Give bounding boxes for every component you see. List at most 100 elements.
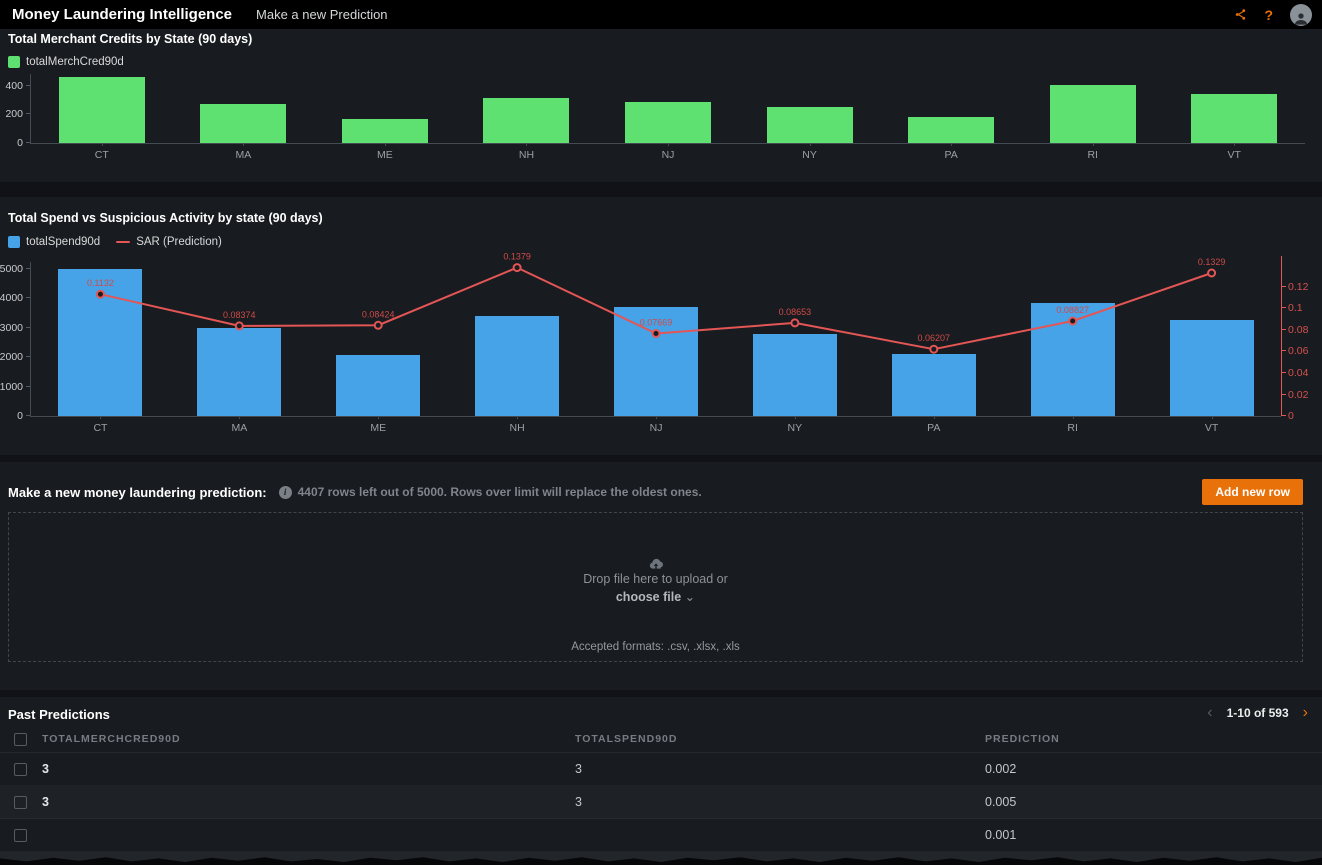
x-tick-mark	[1093, 143, 1094, 146]
x-axis-label: VT	[1163, 149, 1305, 161]
y-tick-mark	[26, 113, 30, 114]
x-tick-mark	[517, 416, 518, 419]
merch-chart-plot: CTMAMENHNJNYPARIVT0200400	[30, 74, 1305, 144]
table-body: 3 3 0.002 3 3 0.005 0.001	[0, 753, 1322, 852]
prediction-header: Make a new money laundering prediction: …	[8, 479, 702, 505]
y-tick-label-left: 3000	[0, 322, 23, 334]
y-tick-mark	[26, 415, 30, 416]
y-tick-mark	[26, 386, 30, 387]
y-tick-label-right: 0.06	[1288, 345, 1308, 357]
cell-totalspend90d: 3	[575, 786, 582, 819]
sar-point-nj	[653, 330, 660, 337]
sar-value-label: 0.1132	[87, 278, 114, 288]
panel-spend-vs-sar: Total Spend vs Suspicious Activity by st…	[0, 197, 1322, 455]
red-line-swatch-icon	[116, 241, 130, 243]
legend-item-totalspend90d[interactable]: totalSpend90d	[8, 236, 100, 248]
sar-value-label: 0.1329	[1198, 257, 1226, 267]
add-new-row-button[interactable]: Add new row	[1202, 479, 1303, 505]
cell-totalmerchcred90d: 3	[42, 786, 49, 819]
file-dropzone[interactable]: Drop file here to upload or choose file …	[8, 512, 1303, 662]
merch-bar-ny	[767, 107, 853, 143]
cell-totalspend90d: 3	[575, 753, 582, 786]
x-axis-label: MA	[170, 422, 309, 434]
y-tick-mark	[26, 327, 30, 328]
y-tick-label-right: 0.12	[1288, 281, 1308, 293]
legend-item-totalmerchcred90d[interactable]: totalMerchCred90d	[8, 56, 124, 68]
x-tick-mark	[243, 143, 244, 146]
x-axis-label: PA	[880, 149, 1022, 161]
sar-value-label: 0.08374	[223, 310, 256, 320]
merch-chart-title: Total Merchant Credits by State (90 days…	[8, 32, 252, 46]
y-tick-label-right: 0.1	[1288, 302, 1303, 314]
y-tick-label-left: 400	[5, 80, 23, 92]
chevron-left-icon[interactable]: ‹	[1207, 705, 1212, 721]
choose-file-label: choose file	[616, 590, 681, 604]
topbar-actions: ?	[1234, 4, 1312, 26]
pagination: ‹ 1-10 of 593 ›	[1207, 705, 1308, 721]
y-tick-label-right: 0.02	[1288, 389, 1308, 401]
sar-point-ny	[791, 319, 798, 326]
legend-item-sar-prediction[interactable]: SAR (Prediction)	[116, 236, 222, 248]
nav-make-prediction[interactable]: Make a new Prediction	[256, 7, 388, 22]
sar-value-label: 0.07669	[640, 318, 673, 328]
row-checkbox[interactable]	[14, 796, 27, 809]
x-axis-label: RI	[1003, 422, 1142, 434]
spend-chart-plot: CTMAMENHNJNYPARIVT0100020003000400050000…	[30, 262, 1281, 417]
panel-past-predictions: Past Predictions ‹ 1-10 of 593 › TOTALME…	[0, 697, 1322, 865]
x-tick-mark	[810, 143, 811, 146]
accepted-formats-text: Accepted formats: .csv, .xlsx, .xls	[9, 641, 1302, 653]
table-row: 0.001	[0, 819, 1322, 852]
x-axis-label: NJ	[597, 149, 739, 161]
y-tick-label-right: 0.08	[1288, 324, 1308, 336]
select-all-checkbox[interactable]	[14, 733, 27, 746]
sar-point-vt	[1208, 270, 1215, 277]
sar-point-ri	[1069, 318, 1076, 325]
y-tick-mark	[1282, 286, 1286, 287]
x-axis-label: ME	[309, 422, 448, 434]
x-tick-mark	[1073, 416, 1074, 419]
info-icon: i	[279, 486, 292, 499]
y-tick-label-right: 0.04	[1288, 367, 1308, 379]
sar-value-label: 0.1379	[503, 252, 531, 262]
y-tick-mark	[26, 297, 30, 298]
sar-value-label: 0.08827	[1056, 305, 1089, 315]
y-tick-mark	[1282, 350, 1286, 351]
choose-file-link[interactable]: choose file ⌄	[616, 589, 695, 604]
x-tick-mark	[378, 416, 379, 419]
merch-bar-pa	[908, 117, 994, 143]
column-header-totalmerchcred90d[interactable]: TOTALMERCHCRED90D	[42, 725, 181, 753]
y-tick-label-left: 1000	[0, 381, 23, 393]
app-title: Money Laundering Intelligence	[12, 6, 232, 23]
x-tick-mark	[934, 416, 935, 419]
merch-bar-nj	[625, 102, 711, 143]
cell-prediction: 0.005	[985, 786, 1016, 819]
column-header-totalspend90d[interactable]: TOTALSPEND90D	[575, 725, 677, 753]
sar-value-label: 0.08424	[362, 309, 395, 319]
chevron-right-icon[interactable]: ›	[1303, 705, 1308, 721]
merch-bar-me	[342, 119, 428, 143]
row-checkbox[interactable]	[14, 829, 27, 842]
chevron-down-icon: ⌄	[685, 590, 695, 604]
y-tick-mark	[1282, 415, 1286, 416]
y-tick-label-left: 200	[5, 108, 23, 120]
spend-chart-legend: totalSpend90d SAR (Prediction)	[8, 236, 222, 248]
x-tick-mark	[656, 416, 657, 419]
column-header-prediction[interactable]: PREDICTION	[985, 725, 1060, 753]
right-axis-line	[1281, 256, 1282, 416]
y-tick-label-left: 4000	[0, 292, 23, 304]
dropzone-content: Drop file here to upload or choose file …	[9, 557, 1302, 604]
x-tick-mark	[951, 143, 952, 146]
row-checkbox[interactable]	[14, 763, 27, 776]
x-axis-label: CT	[31, 422, 170, 434]
legend-label: totalMerchCred90d	[26, 56, 124, 68]
past-predictions-title: Past Predictions	[8, 707, 110, 722]
rows-limit-info: i 4407 rows left out of 5000. Rows over …	[279, 485, 702, 499]
user-avatar-icon[interactable]	[1290, 4, 1312, 26]
share-icon[interactable]	[1234, 8, 1247, 21]
x-tick-mark	[668, 143, 669, 146]
sar-point-me	[375, 322, 382, 329]
help-icon[interactable]: ?	[1264, 7, 1273, 23]
panel-merchant-credits: Total Merchant Credits by State (90 days…	[0, 29, 1322, 182]
cell-prediction: 0.002	[985, 753, 1016, 786]
table-row: 3 3 0.002	[0, 753, 1322, 786]
